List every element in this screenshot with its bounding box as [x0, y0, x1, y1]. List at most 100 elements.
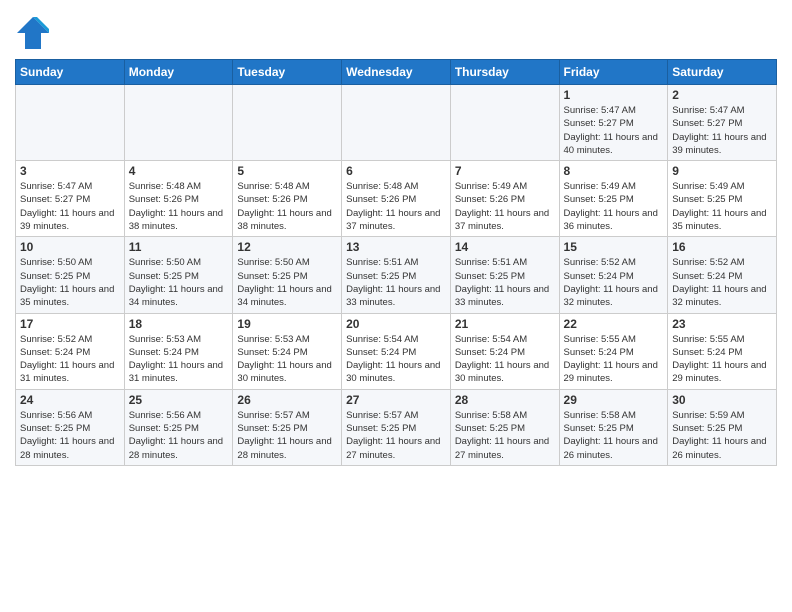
calendar-cell: 13 Sunrise: 5:51 AM Sunset: 5:25 PM Dayli…: [342, 237, 451, 313]
day-info: Sunrise: 5:55 AM Sunset: 5:24 PM Dayligh…: [672, 333, 772, 386]
day-number: 6: [346, 164, 446, 178]
day-number: 16: [672, 240, 772, 254]
day-number: 23: [672, 317, 772, 331]
weekday-header-sunday: Sunday: [16, 60, 125, 85]
weekday-header-saturday: Saturday: [668, 60, 777, 85]
day-info: Sunrise: 5:49 AM Sunset: 5:25 PM Dayligh…: [564, 180, 664, 233]
calendar-cell: 8 Sunrise: 5:49 AM Sunset: 5:25 PM Daylig…: [559, 161, 668, 237]
calendar-cell: 30Sunrise: 5:59 AM Sunset: 5:25 PM Dayli…: [668, 389, 777, 465]
day-info: Sunrise: 5:47 AM Sunset: 5:27 PM Dayligh…: [564, 104, 664, 157]
day-number: 29: [564, 393, 664, 407]
day-number: 7: [455, 164, 555, 178]
day-info: Sunrise: 5:53 AM Sunset: 5:24 PM Dayligh…: [237, 333, 337, 386]
calendar-cell: 3 Sunrise: 5:47 AM Sunset: 5:27 PM Daylig…: [16, 161, 125, 237]
calendar-cell: [233, 85, 342, 161]
calendar-cell: 11Sunrise: 5:50 AM Sunset: 5:25 PM Dayli…: [124, 237, 233, 313]
day-info: Sunrise: 5:51 AM Sunset: 5:25 PM Dayligh…: [346, 256, 446, 309]
day-number: 1: [564, 88, 664, 102]
day-info: Sunrise: 5:50 AM Sunset: 5:25 PM Dayligh…: [237, 256, 337, 309]
calendar-cell: 26 Sunrise: 5:57 AM Sunset: 5:25 PM Dayli…: [233, 389, 342, 465]
day-number: 20: [346, 317, 446, 331]
calendar-cell: 14 Sunrise: 5:51 AM Sunset: 5:25 PM Dayli…: [450, 237, 559, 313]
calendar-cell: 28 Sunrise: 5:58 AM Sunset: 5:25 PM Dayli…: [450, 389, 559, 465]
calendar-cell: 16 Sunrise: 5:52 AM Sunset: 5:24 PM Dayli…: [668, 237, 777, 313]
calendar-cell: [450, 85, 559, 161]
day-number: 26: [237, 393, 337, 407]
day-number: 12: [237, 240, 337, 254]
calendar-cell: 5Sunrise: 5:48 AM Sunset: 5:26 PM Daylig…: [233, 161, 342, 237]
calendar-cell: 2 Sunrise: 5:47 AM Sunset: 5:27 PM Daylig…: [668, 85, 777, 161]
calendar-cell: 7 Sunrise: 5:49 AM Sunset: 5:26 PM Daylig…: [450, 161, 559, 237]
weekday-header-thursday: Thursday: [450, 60, 559, 85]
weekday-header-monday: Monday: [124, 60, 233, 85]
calendar-cell: 27Sunrise: 5:57 AM Sunset: 5:25 PM Dayli…: [342, 389, 451, 465]
day-info: Sunrise: 5:49 AM Sunset: 5:25 PM Dayligh…: [672, 180, 772, 233]
calendar-cell: 20 Sunrise: 5:54 AM Sunset: 5:24 PM Dayli…: [342, 313, 451, 389]
weekday-row: SundayMondayTuesdayWednesdayThursdayFrid…: [16, 60, 777, 85]
calendar-cell: 15Sunrise: 5:52 AM Sunset: 5:24 PM Dayli…: [559, 237, 668, 313]
day-info: Sunrise: 5:58 AM Sunset: 5:25 PM Dayligh…: [455, 409, 555, 462]
day-number: 21: [455, 317, 555, 331]
day-number: 9: [672, 164, 772, 178]
day-info: Sunrise: 5:57 AM Sunset: 5:25 PM Dayligh…: [346, 409, 446, 462]
day-number: 24: [20, 393, 120, 407]
day-number: 13: [346, 240, 446, 254]
day-number: 18: [129, 317, 229, 331]
day-number: 14: [455, 240, 555, 254]
weekday-header-tuesday: Tuesday: [233, 60, 342, 85]
weekday-header-friday: Friday: [559, 60, 668, 85]
calendar-week-1: 1 Sunrise: 5:47 AM Sunset: 5:27 PM Daylig…: [16, 85, 777, 161]
calendar-cell: 1 Sunrise: 5:47 AM Sunset: 5:27 PM Daylig…: [559, 85, 668, 161]
logo: [15, 15, 55, 51]
calendar-cell: 4Sunrise: 5:48 AM Sunset: 5:26 PM Daylig…: [124, 161, 233, 237]
calendar-cell: 24 Sunrise: 5:56 AM Sunset: 5:25 PM Dayli…: [16, 389, 125, 465]
calendar-cell: 19 Sunrise: 5:53 AM Sunset: 5:24 PM Dayli…: [233, 313, 342, 389]
day-info: Sunrise: 5:55 AM Sunset: 5:24 PM Dayligh…: [564, 333, 664, 386]
day-info: Sunrise: 5:56 AM Sunset: 5:25 PM Dayligh…: [20, 409, 120, 462]
header: [15, 10, 777, 51]
page: SundayMondayTuesdayWednesdayThursdayFrid…: [0, 0, 792, 481]
day-number: 17: [20, 317, 120, 331]
day-info: Sunrise: 5:59 AM Sunset: 5:25 PM Dayligh…: [672, 409, 772, 462]
calendar-cell: 12 Sunrise: 5:50 AM Sunset: 5:25 PM Dayli…: [233, 237, 342, 313]
day-info: Sunrise: 5:52 AM Sunset: 5:24 PM Dayligh…: [672, 256, 772, 309]
day-number: 10: [20, 240, 120, 254]
calendar-cell: 10 Sunrise: 5:50 AM Sunset: 5:25 PM Dayli…: [16, 237, 125, 313]
calendar-week-5: 24 Sunrise: 5:56 AM Sunset: 5:25 PM Dayli…: [16, 389, 777, 465]
calendar-body: 1 Sunrise: 5:47 AM Sunset: 5:27 PM Daylig…: [16, 85, 777, 466]
calendar-cell: [342, 85, 451, 161]
day-info: Sunrise: 5:54 AM Sunset: 5:24 PM Dayligh…: [346, 333, 446, 386]
weekday-header-wednesday: Wednesday: [342, 60, 451, 85]
day-number: 19: [237, 317, 337, 331]
day-info: Sunrise: 5:47 AM Sunset: 5:27 PM Dayligh…: [672, 104, 772, 157]
calendar-cell: 25 Sunrise: 5:56 AM Sunset: 5:25 PM Dayli…: [124, 389, 233, 465]
day-info: Sunrise: 5:47 AM Sunset: 5:27 PM Dayligh…: [20, 180, 120, 233]
calendar-cell: 22Sunrise: 5:55 AM Sunset: 5:24 PM Dayli…: [559, 313, 668, 389]
day-info: Sunrise: 5:57 AM Sunset: 5:25 PM Dayligh…: [237, 409, 337, 462]
day-info: Sunrise: 5:50 AM Sunset: 5:25 PM Dayligh…: [20, 256, 120, 309]
calendar-cell: 23 Sunrise: 5:55 AM Sunset: 5:24 PM Dayli…: [668, 313, 777, 389]
calendar-cell: 18 Sunrise: 5:53 AM Sunset: 5:24 PM Dayli…: [124, 313, 233, 389]
calendar-cell: 21Sunrise: 5:54 AM Sunset: 5:24 PM Dayli…: [450, 313, 559, 389]
calendar-week-3: 10 Sunrise: 5:50 AM Sunset: 5:25 PM Dayli…: [16, 237, 777, 313]
day-info: Sunrise: 5:53 AM Sunset: 5:24 PM Dayligh…: [129, 333, 229, 386]
calendar-cell: 17 Sunrise: 5:52 AM Sunset: 5:24 PM Dayli…: [16, 313, 125, 389]
day-info: Sunrise: 5:51 AM Sunset: 5:25 PM Dayligh…: [455, 256, 555, 309]
calendar-table: SundayMondayTuesdayWednesdayThursdayFrid…: [15, 59, 777, 466]
calendar-cell: 6 Sunrise: 5:48 AM Sunset: 5:26 PM Daylig…: [342, 161, 451, 237]
calendar-cell: 29Sunrise: 5:58 AM Sunset: 5:25 PM Dayli…: [559, 389, 668, 465]
day-info: Sunrise: 5:48 AM Sunset: 5:26 PM Dayligh…: [129, 180, 229, 233]
day-info: Sunrise: 5:48 AM Sunset: 5:26 PM Dayligh…: [237, 180, 337, 233]
day-number: 28: [455, 393, 555, 407]
calendar-header: SundayMondayTuesdayWednesdayThursdayFrid…: [16, 60, 777, 85]
calendar-cell: [16, 85, 125, 161]
day-info: Sunrise: 5:50 AM Sunset: 5:25 PM Dayligh…: [129, 256, 229, 309]
day-info: Sunrise: 5:56 AM Sunset: 5:25 PM Dayligh…: [129, 409, 229, 462]
day-number: 8: [564, 164, 664, 178]
day-info: Sunrise: 5:48 AM Sunset: 5:26 PM Dayligh…: [346, 180, 446, 233]
day-number: 25: [129, 393, 229, 407]
day-info: Sunrise: 5:52 AM Sunset: 5:24 PM Dayligh…: [20, 333, 120, 386]
day-number: 2: [672, 88, 772, 102]
day-number: 3: [20, 164, 120, 178]
day-info: Sunrise: 5:49 AM Sunset: 5:26 PM Dayligh…: [455, 180, 555, 233]
